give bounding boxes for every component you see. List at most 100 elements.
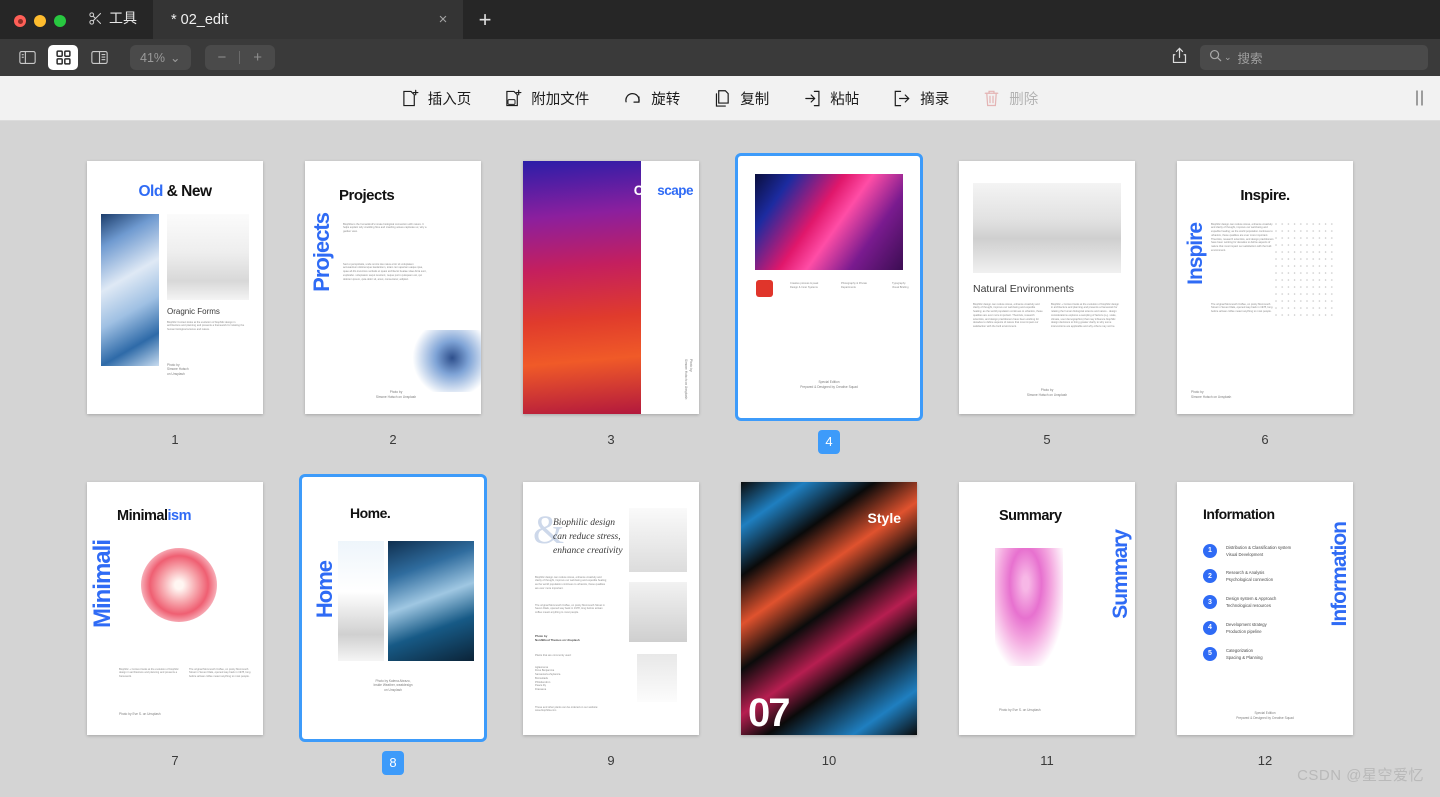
- page-number-9[interactable]: 9: [601, 751, 621, 771]
- page6-body2: The original Monmouth Coffee, on pretty …: [1211, 303, 1277, 314]
- close-icon[interactable]: ×: [433, 10, 453, 30]
- page-number-2[interactable]: 2: [383, 430, 403, 450]
- page9-body: Biophilic design can reduce stress, enha…: [535, 576, 609, 591]
- page-cell-2: Projects Projects Biophilia is the human…: [284, 153, 502, 454]
- page7-credit: Photo by Eve S. on Unsplash: [119, 712, 160, 717]
- page-number-1[interactable]: 1: [165, 430, 185, 450]
- chevron-down-icon: ⌄: [170, 50, 180, 65]
- zoom-out-button[interactable]: −: [205, 45, 240, 70]
- page1-image-left: [101, 214, 159, 366]
- page6-vertical-text: Inspire: [1185, 223, 1206, 285]
- attach-file-button[interactable]: 附加文件: [503, 86, 591, 111]
- page1-subtitle: Oragnic Forms: [167, 307, 220, 316]
- minimize-window-button[interactable]: [34, 15, 46, 27]
- sidebar-layout-icon: [19, 50, 36, 65]
- list-item-text: Categorization Spacing & Planning: [1226, 647, 1304, 661]
- page2-body2: Sed ut perspiciatis, unde omnis iste nat…: [343, 263, 427, 282]
- search-placeholder: 搜索: [1238, 48, 1263, 67]
- resize-grip-icon[interactable]: [1416, 91, 1423, 106]
- zoom-in-button[interactable]: +: [240, 45, 275, 70]
- page-columns-icon: [91, 50, 108, 65]
- paste-button[interactable]: 粘帖: [801, 86, 861, 111]
- page-thumbnail-3[interactable]: Cityscape Photo by Simone Hutsch on Unsp…: [517, 153, 705, 421]
- grid-four-squares-icon: [56, 50, 71, 65]
- page-thumbnail-1[interactable]: Old & New Oragnic Forms Biophilic Contex…: [81, 153, 269, 421]
- page5-title: Natural Environments: [973, 283, 1074, 295]
- bullet-number-4: 4: [1203, 621, 1217, 635]
- attach-file-label: 附加文件: [531, 88, 589, 109]
- sidebar-view-button[interactable]: [12, 45, 42, 70]
- page-canvas-5: Natural Environments Biophilic design ca…: [959, 161, 1135, 414]
- zoom-level-dropdown[interactable]: 41% ⌄: [130, 45, 191, 70]
- maximize-window-button[interactable]: [54, 15, 66, 27]
- copy-button[interactable]: 复制: [712, 86, 771, 111]
- page12-footer: Special Edition Prepared & Designed by C…: [1177, 711, 1353, 721]
- delete-button: 删除: [981, 86, 1040, 111]
- bullet-number-3: 3: [1203, 595, 1217, 609]
- page-number-8[interactable]: 8: [382, 751, 403, 775]
- page11-flower-image: [995, 548, 1063, 666]
- new-tab-button[interactable]: +: [463, 0, 507, 39]
- page-thumbnail-8[interactable]: Home. Home Photo by Kalena Abrazo, Insid…: [299, 474, 487, 742]
- page-number-4[interactable]: 4: [818, 430, 839, 454]
- page4-image: [755, 174, 903, 270]
- magnifier-icon: [1209, 49, 1222, 67]
- page-grid: Old & New Oragnic Forms Biophilic Contex…: [0, 153, 1440, 775]
- page-view-button[interactable]: [84, 45, 114, 70]
- page-canvas-11: Summary Summary Photo by Eve S. on Unspl…: [959, 482, 1135, 735]
- page-thumbnail-10[interactable]: Style 07: [735, 474, 923, 742]
- page-thumbnail-11[interactable]: Summary Summary Photo by Eve S. on Unspl…: [953, 474, 1141, 742]
- list-item-text: Distribution & Classification system Vis…: [1226, 544, 1304, 558]
- page-cell-7: Minimalism Minimali Biophilic + Context …: [66, 474, 284, 775]
- page-thumbnail-12[interactable]: Information Information 1 Distribution &…: [1171, 474, 1359, 742]
- page-cell-3: Cityscape Photo by Simone Hutsch on Unsp…: [502, 153, 720, 454]
- page-number-7[interactable]: 7: [165, 751, 185, 771]
- page-thumbnail-9[interactable]: & Biophilic design can reduce stress, en…: [517, 474, 705, 742]
- page-cell-5: Natural Environments Biophilic design ca…: [938, 153, 1156, 454]
- traffic-lights: [0, 15, 80, 39]
- page-number-10[interactable]: 10: [819, 751, 839, 771]
- page-number-12[interactable]: 12: [1255, 751, 1275, 771]
- page4-col-1: Creative process & peak Design & Inner S…: [790, 282, 824, 290]
- insert-page-button[interactable]: 插入页: [400, 86, 474, 111]
- page-number-5[interactable]: 5: [1037, 430, 1057, 450]
- bullet-number-5: 5: [1203, 647, 1217, 661]
- view-toolbar: 41% ⌄ − + ⌄ 搜索: [0, 39, 1440, 76]
- search-scope-chevron-icon[interactable]: ⌄: [1224, 52, 1232, 63]
- page10-big-number: 07: [748, 693, 789, 733]
- page-thumbnail-5[interactable]: Natural Environments Biophilic design ca…: [953, 153, 1141, 421]
- document-tab[interactable]: * 02_edit ×: [153, 0, 463, 39]
- search-input[interactable]: ⌄ 搜索: [1200, 45, 1428, 70]
- paste-icon: [803, 89, 821, 108]
- page-thumbnail-canvas[interactable]: Old & New Oragnic Forms Biophilic Contex…: [0, 121, 1440, 797]
- page-number-6[interactable]: 6: [1255, 430, 1275, 450]
- extract-button[interactable]: 摘录: [891, 86, 951, 111]
- page7-vertical-text: Minimali: [91, 540, 115, 628]
- page4-col-3: Typography Visual Briefing: [892, 282, 914, 290]
- page9-tail: These and other plants can be ordered on…: [535, 706, 609, 714]
- page-thumbnail-7[interactable]: Minimalism Minimali Biophilic + Context …: [81, 474, 269, 742]
- tools-label: 工具: [109, 8, 137, 28]
- page-number-3[interactable]: 3: [601, 430, 621, 450]
- tab-title: * 02_edit: [171, 12, 433, 28]
- page1-body: Biophilic Context looks at the evolution…: [167, 321, 247, 332]
- page-thumbnail-4[interactable]: Creative process & peak Design & Inner S…: [735, 153, 923, 421]
- zoom-level-value: 41%: [140, 51, 165, 65]
- close-window-button[interactable]: [14, 15, 26, 27]
- rotate-button[interactable]: 旋转: [621, 86, 682, 111]
- grid-view-button[interactable]: [48, 45, 78, 70]
- tools-menu-button[interactable]: 工具: [80, 8, 153, 39]
- page-canvas-9: & Biophilic design can reduce stress, en…: [523, 482, 699, 735]
- paste-label: 粘帖: [830, 88, 859, 109]
- share-button[interactable]: [1164, 45, 1194, 71]
- page12-numbered-list: 1 Distribution & Classification system V…: [1203, 544, 1304, 661]
- page2-credit: Photo by Simone Hutsch on Unsplash: [361, 390, 431, 400]
- page-number-11[interactable]: 11: [1037, 751, 1057, 771]
- page7-flower-image: [141, 548, 217, 622]
- page4-columns: Creative process & peak Design & Inner S…: [790, 282, 914, 290]
- page-thumbnail-6[interactable]: Inspire. Inspire Biophilic design can re…: [1171, 153, 1359, 421]
- dot-pattern-icon: [1275, 223, 1337, 321]
- list-item: 1 Distribution & Classification system V…: [1203, 544, 1304, 558]
- page1-credit: Photo by Simone Hutsch on Unsplash: [167, 363, 189, 377]
- page-thumbnail-2[interactable]: Projects Projects Biophilia is the human…: [299, 153, 487, 421]
